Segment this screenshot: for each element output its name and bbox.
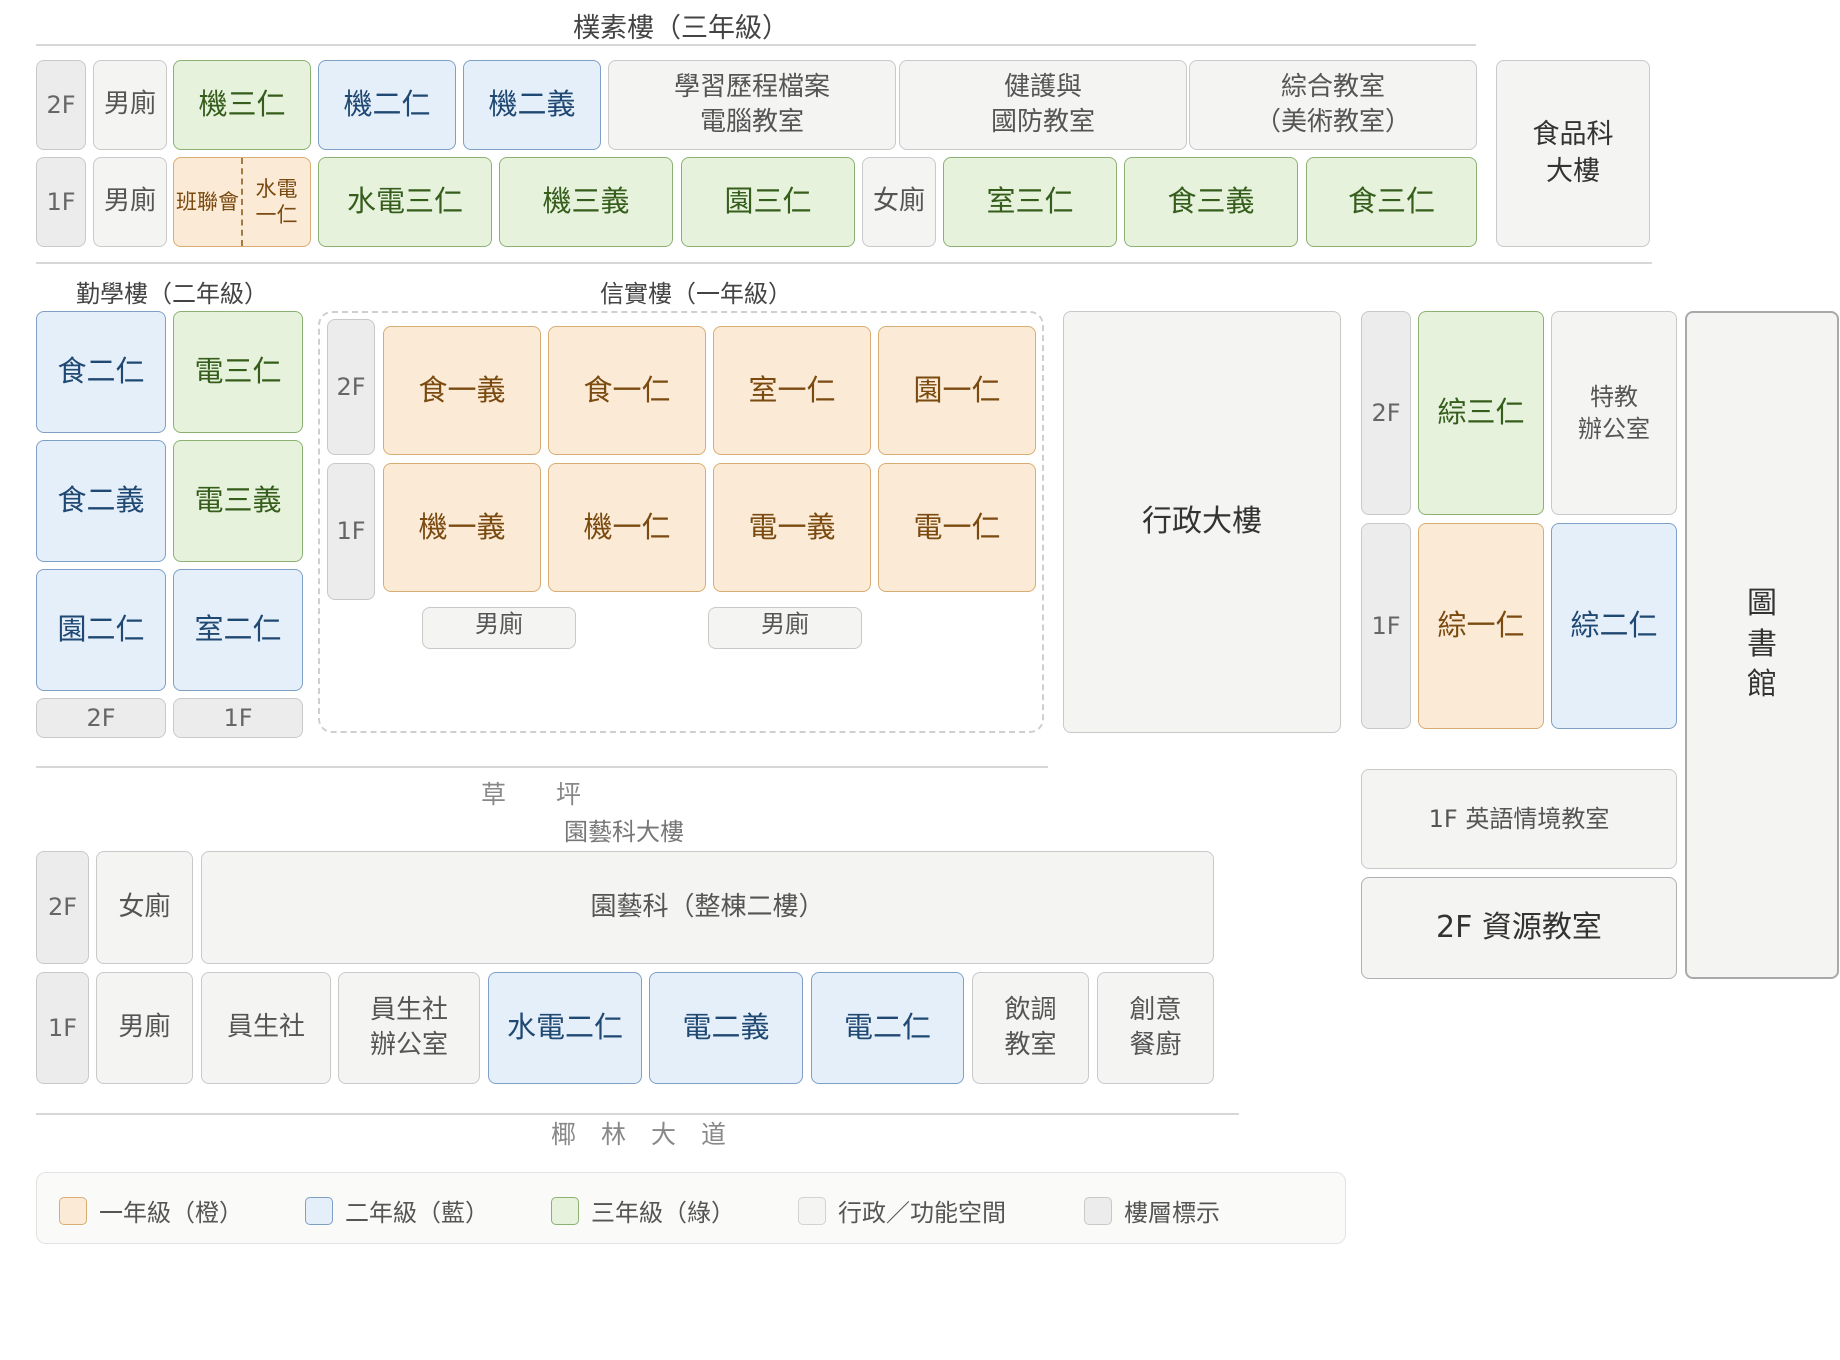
- legend-swatch-grade3: [551, 1196, 579, 1225]
- horticulture-floor1-label: 1F: [36, 972, 89, 1084]
- room-dian-san-ren[interactable]: 電三仁: [173, 311, 303, 433]
- room-learning-portfolio-computer[interactable]: 學習歷程檔案 電腦教室: [608, 60, 896, 150]
- legend-label-grade3: 三年級（綠）: [591, 1199, 735, 1227]
- east-building-floor1-label: 1F: [1361, 523, 1411, 729]
- avenue-label: 椰 林 大 道: [551, 1120, 727, 1149]
- legend-label-grade1: 一年級（橙）: [99, 1199, 243, 1227]
- room-shui-dian-san-ren[interactable]: 水電三仁: [318, 157, 492, 247]
- east-building-floor2-label: 2F: [1361, 311, 1411, 515]
- horticulture-1f-male-toilet[interactable]: 男廁: [96, 972, 193, 1084]
- first-building-floor2-label: 2F: [327, 319, 375, 455]
- cooperative-office[interactable]: 員生社 辦公室: [338, 972, 480, 1084]
- section-divider-upper: [36, 262, 1652, 264]
- resource-classroom[interactable]: 2F 資源教室: [1361, 877, 1677, 979]
- room-shi-san-ren[interactable]: 食三仁: [1306, 157, 1477, 247]
- room-shi-yi-ren[interactable]: 食一仁: [548, 326, 706, 455]
- room-shi-er-ren[interactable]: 食二仁: [36, 311, 166, 433]
- second-building-title: 勤學樓（二年級）: [76, 280, 268, 308]
- room-shi-yi-ren-room[interactable]: 室一仁: [713, 326, 871, 455]
- room-dian-er-ren[interactable]: 電二仁: [811, 972, 964, 1084]
- legend-label-functional: 行政／功能空間: [838, 1199, 1006, 1227]
- room-shui-dian-yi-ren[interactable]: 水電 一仁: [241, 158, 310, 246]
- first-building-toilet-left[interactable]: 男廁: [422, 607, 576, 649]
- third-building-floor1-label: 1F: [36, 157, 86, 247]
- third-building-title: 樸素樓（三年級）: [573, 13, 789, 44]
- room-shui-dian-er-ren[interactable]: 水電二仁: [488, 972, 642, 1084]
- room-yuan-san-ren[interactable]: 園三仁: [681, 157, 855, 247]
- legend-item-grade3: 三年級（綠）: [551, 1193, 735, 1228]
- legend-label-floor: 樓層標示: [1124, 1199, 1220, 1227]
- staff-student-cooperative[interactable]: 員生社: [201, 972, 331, 1084]
- legend-swatch-floor: [1084, 1196, 1112, 1225]
- room-shi-yi-yi[interactable]: 食一義: [383, 326, 541, 455]
- second-building-floor1-label: 1F: [173, 698, 303, 738]
- third-1f-male-toilet[interactable]: 男廁: [93, 157, 167, 247]
- library[interactable]: 圖 書 館: [1685, 311, 1839, 979]
- room-shi-san-ren-room[interactable]: 室三仁: [943, 157, 1117, 247]
- room-dian-yi-ren[interactable]: 電一仁: [878, 463, 1036, 592]
- food-science-building[interactable]: 食品科 大樓: [1496, 60, 1650, 247]
- lawn-label: 草 坪: [481, 780, 582, 809]
- room-shi-er-yi[interactable]: 食二義: [36, 440, 166, 562]
- first-building-title: 信實樓（一年級）: [600, 280, 792, 308]
- room-ji-er-ren[interactable]: 機二仁: [318, 60, 456, 150]
- room-zong-san-ren[interactable]: 綜三仁: [1418, 311, 1544, 515]
- room-yuan-yi-ren[interactable]: 園一仁: [878, 326, 1036, 455]
- room-yuan-er-ren[interactable]: 園二仁: [36, 569, 166, 691]
- admin-building[interactable]: 行政大樓: [1063, 311, 1341, 733]
- legend-item-floor: 樓層標示: [1084, 1193, 1220, 1228]
- legend: 一年級（橙） 二年級（藍） 三年級（綠） 行政／功能空間 樓層標示: [36, 1172, 1346, 1244]
- room-art-classroom[interactable]: 綜合教室 （美術教室）: [1189, 60, 1477, 150]
- third-building-divider: [36, 44, 1476, 46]
- second-building-floor2-label: 2F: [36, 698, 166, 738]
- horticulture-2f-female-toilet[interactable]: 女廁: [96, 851, 193, 964]
- creative-kitchen[interactable]: 創意 餐廚: [1097, 972, 1214, 1084]
- room-zong-er-ren[interactable]: 綜二仁: [1551, 523, 1677, 729]
- room-dian-er-yi[interactable]: 電二義: [649, 972, 803, 1084]
- legend-item-functional: 行政／功能空間: [798, 1193, 1006, 1228]
- room-health-defense[interactable]: 健護與 國防教室: [899, 60, 1187, 150]
- room-split-student-council[interactable]: 班聯會 水電 一仁: [173, 157, 311, 247]
- room-ji-yi-ren[interactable]: 機一仁: [548, 463, 706, 592]
- lawn-divider: [36, 766, 1048, 768]
- horticulture-floor2-label: 2F: [36, 851, 89, 964]
- room-dian-san-yi[interactable]: 電三義: [173, 440, 303, 562]
- third-2f-male-toilet[interactable]: 男廁: [93, 60, 167, 150]
- legend-item-grade2: 二年級（藍）: [305, 1193, 489, 1228]
- room-ji-san-yi[interactable]: 機三義: [499, 157, 673, 247]
- legend-swatch-functional: [798, 1196, 826, 1225]
- beverage-classroom[interactable]: 飲調 教室: [972, 972, 1089, 1084]
- room-zong-yi-ren[interactable]: 綜一仁: [1418, 523, 1544, 729]
- first-building-toilet-right[interactable]: 男廁: [708, 607, 862, 649]
- third-1f-female-toilet[interactable]: 女廁: [862, 157, 936, 247]
- room-ji-yi-yi[interactable]: 機一義: [383, 463, 541, 592]
- room-shi-san-yi[interactable]: 食三義: [1124, 157, 1298, 247]
- third-building-floor2-label: 2F: [36, 60, 86, 150]
- legend-item-grade1: 一年級（橙）: [59, 1193, 243, 1228]
- room-ji-san-ren[interactable]: 機三仁: [173, 60, 311, 150]
- room-shi-er-ren-room[interactable]: 室二仁: [173, 569, 303, 691]
- room-ji-er-yi[interactable]: 機二義: [463, 60, 601, 150]
- room-dian-yi-yi[interactable]: 電一義: [713, 463, 871, 592]
- english-situational-classroom[interactable]: 1F 英語情境教室: [1361, 769, 1677, 869]
- legend-swatch-grade1: [59, 1196, 87, 1225]
- special-education-office[interactable]: 特教 辦公室: [1551, 311, 1677, 515]
- room-student-council[interactable]: 班聯會: [174, 158, 241, 246]
- horticulture-building-title: 園藝科大樓: [564, 818, 684, 846]
- first-building-floor1-label: 1F: [327, 463, 375, 600]
- horticulture-department-floor2[interactable]: 園藝科（整棟二樓）: [201, 851, 1214, 964]
- legend-label-grade2: 二年級（藍）: [345, 1199, 489, 1227]
- legend-swatch-grade2: [305, 1196, 333, 1225]
